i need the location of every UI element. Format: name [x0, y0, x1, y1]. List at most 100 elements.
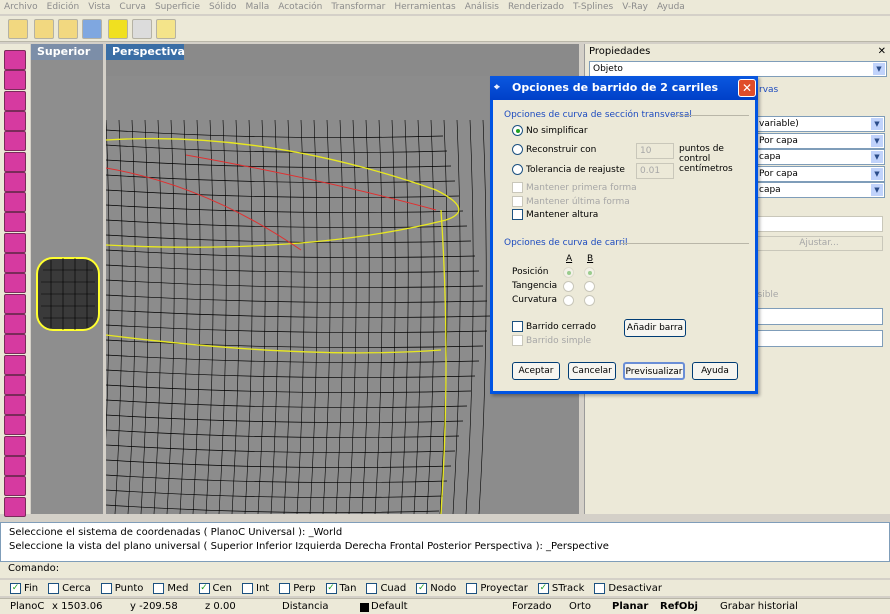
tan-b-radio[interactable]	[584, 281, 595, 292]
rebuild-points-input[interactable]: 10	[636, 143, 674, 159]
pos-b-radio[interactable]	[584, 267, 595, 278]
clock-icon[interactable]	[156, 19, 176, 39]
tool-icon[interactable]	[4, 435, 26, 456]
light-icon[interactable]	[108, 19, 128, 39]
menu-item[interactable]: Archivo	[4, 2, 38, 12]
no-simplify-radio[interactable]: No simplificar	[512, 125, 588, 136]
tool-icon[interactable]	[4, 313, 26, 334]
ok-button[interactable]: Aceptar	[512, 362, 560, 380]
osnap-cen[interactable]: ✓ Cen	[198, 582, 232, 594]
tan-a-radio[interactable]	[563, 281, 574, 292]
help-button[interactable]: Ayuda	[692, 362, 738, 380]
tolerance-input[interactable]: 0.01	[636, 163, 674, 179]
cube-icon[interactable]	[82, 19, 102, 39]
property-dropdown[interactable]: Por capa ▼	[755, 165, 885, 182]
menu-item[interactable]: Superficie	[155, 2, 200, 12]
menu-item[interactable]: Acotación	[278, 2, 322, 12]
viewport-title[interactable]: Perspectiva	[106, 44, 185, 60]
menu-item[interactable]: V-Ray	[622, 2, 648, 12]
menu-item[interactable]: Vista	[88, 2, 110, 12]
property-dropdown[interactable]: capa ▼	[755, 182, 885, 198]
property-dropdown[interactable]: Por capa ▼	[755, 132, 885, 149]
tool-icon[interactable]	[4, 151, 26, 172]
refit-tolerance-radio[interactable]: Tolerancia de reajuste	[512, 164, 625, 175]
tool-icon[interactable]	[4, 334, 26, 355]
osnap-punto[interactable]: Punto	[100, 582, 143, 594]
tool-icon[interactable]	[4, 273, 26, 294]
menu-item[interactable]: Malla	[245, 2, 269, 12]
record-history-toggle[interactable]: Grabar historial	[720, 601, 798, 612]
layer-icon[interactable]	[8, 19, 28, 39]
tool-icon[interactable]	[4, 354, 26, 375]
panel-button-2[interactable]	[755, 330, 883, 347]
osnap-desactivar[interactable]: Desactivar	[594, 582, 662, 594]
osnap-proyectar[interactable]: Proyectar	[466, 582, 528, 594]
object-type-select[interactable]: Objeto ▼	[589, 61, 887, 77]
tool-icon[interactable]	[4, 50, 26, 70]
tool-icon[interactable]	[4, 90, 26, 111]
close-icon[interactable]: ✕	[878, 46, 886, 57]
osnap-fin[interactable]: ✓ Fin	[10, 582, 38, 594]
curv-a-radio[interactable]	[563, 295, 574, 306]
keep-height-checkbox[interactable]: Mantener altura	[512, 209, 598, 220]
layer-icon[interactable]	[34, 19, 54, 39]
command-prompt[interactable]: Comando:	[0, 562, 890, 578]
osnap-strack[interactable]: ✓ STrack	[537, 582, 584, 594]
menu-item[interactable]: Edición	[47, 2, 80, 12]
rebuild-radio[interactable]: Reconstruir con	[512, 144, 596, 155]
tool-icon[interactable]	[4, 171, 26, 192]
tool-icon[interactable]	[4, 192, 26, 213]
osnap-cuad[interactable]: Cuad	[366, 582, 406, 594]
osnap-cerca[interactable]: Cerca	[48, 582, 91, 594]
curv-b-radio[interactable]	[584, 295, 595, 306]
keep-last-checkbox[interactable]: Mantener última forma	[512, 196, 630, 207]
forced-toggle[interactable]: Forzado	[512, 601, 551, 612]
simple-sweep-checkbox[interactable]: Barrido simple	[512, 335, 591, 346]
pos-a-radio[interactable]	[563, 267, 574, 278]
tag-icon[interactable]	[132, 19, 152, 39]
property-dropdown[interactable]: capa ▼	[755, 149, 885, 165]
osnap-med[interactable]: Med	[153, 582, 189, 594]
tool-icon[interactable]	[4, 232, 26, 253]
ortho-toggle[interactable]: Orto	[569, 601, 591, 612]
adjust-button[interactable]: Ajustar...	[755, 236, 883, 251]
osnap-int[interactable]: Int	[242, 582, 269, 594]
osnap-tan[interactable]: ✓ Tan	[325, 582, 356, 594]
tool-icon[interactable]	[4, 131, 26, 152]
layer-label[interactable]: Default	[371, 601, 408, 612]
close-button[interactable]: ✕	[738, 79, 756, 97]
curves-tab[interactable]: rvas	[759, 85, 778, 95]
name-field[interactable]	[755, 216, 883, 232]
tool-icon[interactable]	[4, 374, 26, 395]
menu-item[interactable]: Curva	[119, 2, 146, 12]
keep-first-checkbox[interactable]: Mantener primera forma	[512, 182, 637, 193]
menu-item[interactable]: Análisis	[465, 2, 499, 12]
cplane-label[interactable]: PlanoC	[10, 601, 44, 612]
tool-icon[interactable]	[4, 212, 26, 233]
cancel-button[interactable]: Cancelar	[568, 362, 616, 380]
planar-toggle[interactable]: Planar	[612, 601, 648, 612]
add-bar-button[interactable]: Añadir barra	[624, 319, 686, 337]
menu-item[interactable]: Sólido	[209, 2, 236, 12]
preview-button[interactable]: Previsualizar	[623, 362, 685, 380]
menu-item[interactable]: Transformar	[331, 2, 385, 12]
tool-icon[interactable]	[4, 395, 26, 416]
closed-sweep-checkbox[interactable]: Barrido cerrado	[512, 321, 596, 332]
tool-icon[interactable]	[4, 415, 26, 436]
panel-button-1[interactable]	[755, 308, 883, 325]
menu-item[interactable]: Herramientas	[394, 2, 455, 12]
tool-icon[interactable]	[4, 293, 26, 314]
menu-item[interactable]: Ayuda	[657, 2, 685, 12]
menu-item[interactable]: T-Splines	[573, 2, 613, 12]
tool-icon[interactable]	[4, 456, 26, 476]
tool-icon[interactable]	[4, 70, 26, 91]
tool-icon[interactable]	[4, 110, 26, 131]
refobj-toggle[interactable]: RefObj	[660, 601, 698, 612]
layer-icon[interactable]	[58, 19, 78, 39]
osnap-perp[interactable]: Perp	[279, 582, 316, 594]
osnap-nodo[interactable]: ✓ Nodo	[416, 582, 456, 594]
viewport-title[interactable]: Superior	[31, 44, 103, 60]
tool-icon[interactable]	[4, 496, 26, 517]
tool-icon[interactable]	[4, 476, 26, 497]
viewport-top[interactable]: Superior	[31, 44, 103, 514]
